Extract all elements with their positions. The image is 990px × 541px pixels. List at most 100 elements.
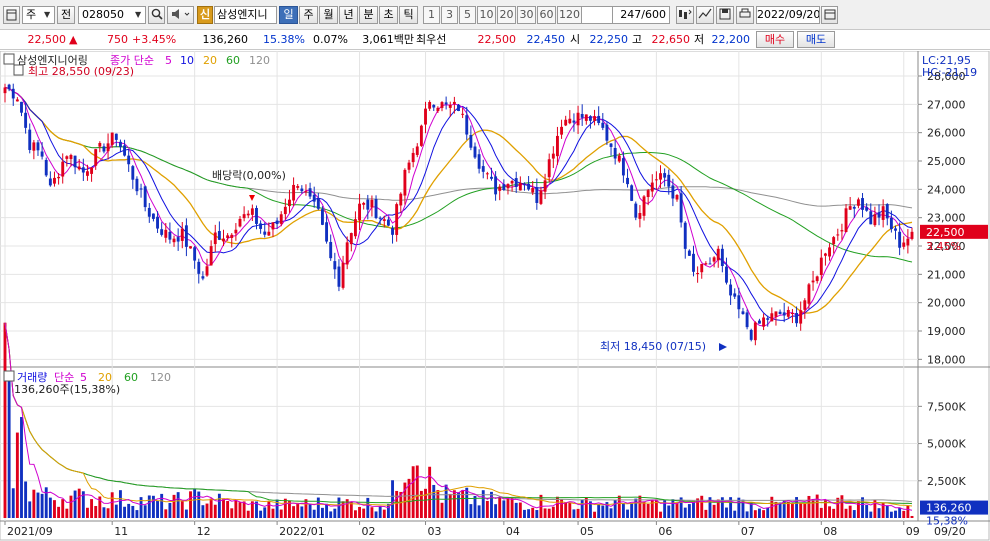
interval-button[interactable]: 120 [557,6,582,24]
volume-bar [704,509,708,518]
volume-bar [391,480,394,518]
volume-bar [415,465,419,518]
candle-body [86,171,89,176]
candle-body [110,132,114,145]
candle-body [358,203,361,221]
date-input[interactable]: 2022/09/20 [756,6,820,24]
volume-bar [786,501,790,518]
candle-body [316,198,320,209]
search-icon[interactable] [148,6,165,24]
candle-body [382,219,386,221]
price-legend-item: 5 [165,54,172,67]
price-tick-label: 18,000 [927,353,966,366]
candle-body [646,190,650,198]
volume-bar [271,508,275,518]
x-tick-label: 05 [580,525,594,538]
candle-body [556,135,559,157]
candle-body [399,193,403,206]
x-tick-label: 2021/09 [7,525,53,538]
volume-bar [118,490,122,518]
candle-body [613,147,617,159]
volume-bar [819,507,823,518]
volume-bar [506,498,510,518]
candle-body [873,214,877,226]
interval-button[interactable]: 30 [517,6,536,24]
candle-body [593,116,596,121]
quote-bar: 22,500 ▲ 750 +3.45% 136,260 15.38% 0.07%… [0,30,990,50]
stock-code-input[interactable]: 028050 ▼ [78,6,146,24]
candle-body [741,311,745,315]
chart-type-icon[interactable] [3,6,20,24]
interval-button[interactable]: 20 [497,6,516,24]
candle-body [61,161,65,177]
chevron-down-icon[interactable]: ▼ [135,9,144,21]
volume-bar [617,495,621,518]
indicator-icon[interactable] [676,6,694,24]
period-button[interactable]: 분 [359,6,378,24]
x-tick-label: 07 [741,525,755,538]
candle-body [189,246,192,249]
volume-bar [745,511,749,518]
speaker-icon[interactable] [167,6,194,24]
volume-bar [127,503,131,518]
interval-button[interactable]: 5 [459,6,476,24]
period-button[interactable]: 년 [339,6,358,24]
candle-body [609,143,613,147]
candle-body [222,238,225,242]
volume-bar [32,489,36,518]
candle-body [547,159,551,178]
interval-button[interactable]: 10 [477,6,496,24]
sell-button[interactable]: 매도 [797,31,835,48]
volume-bar [547,508,551,518]
volume-bar [584,497,588,518]
trend-line-icon[interactable] [696,6,714,24]
volume-bar [230,508,234,518]
x-tick-label: 02 [362,525,376,538]
candle-body [353,219,357,237]
volume-bar [325,503,329,518]
volume-bar [601,505,605,518]
period-button[interactable]: 주 [299,6,318,24]
volume-bar [762,510,766,518]
candle-body [704,263,708,265]
interval-button[interactable]: 1 [423,6,440,24]
volume-bar [308,504,312,518]
market-select[interactable]: 주 ▼ [22,6,55,24]
period-button[interactable]: 틱 [399,6,418,24]
volume-bar [638,495,642,518]
volume-bar [65,508,69,518]
candle-body [861,198,864,210]
chevron-down-icon[interactable]: ▼ [44,9,53,21]
candle-body [234,229,238,234]
volume-bar [156,500,159,518]
candle-body [296,186,300,188]
candle-body [147,207,151,217]
volume-tick-label: 2,500K [927,475,966,488]
volume-bar [733,510,737,518]
volume-bar [333,508,337,518]
stock-chart[interactable]: 18,00019,00020,00021,00022,00023,00024,0… [0,51,990,541]
save-icon[interactable] [716,6,734,24]
volume-bar [168,503,172,518]
candle-body [378,217,382,219]
interval-button[interactable]: 3 [441,6,458,24]
candle-body [514,178,518,188]
candle-body [415,146,419,155]
print-icon[interactable] [736,6,754,24]
volume-bar [312,509,316,518]
period-button[interactable]: 월 [319,6,338,24]
prev-button[interactable]: 전 [57,6,75,24]
candle-body [448,104,452,108]
candle-body [374,199,378,219]
volume-bar [469,504,473,518]
bar-count-field[interactable]: 247/600 [612,6,670,24]
period-button[interactable]: 일 [279,6,298,24]
candle-body [457,104,460,111]
candle-body [700,263,704,273]
calendar-icon[interactable] [821,6,838,24]
price-legend-item: 10 [180,54,194,67]
buy-button[interactable]: 매수 [756,31,794,48]
x-tick-label: 11 [114,525,128,538]
interval-button[interactable]: 60 [537,6,556,24]
period-button[interactable]: 초 [379,6,398,24]
